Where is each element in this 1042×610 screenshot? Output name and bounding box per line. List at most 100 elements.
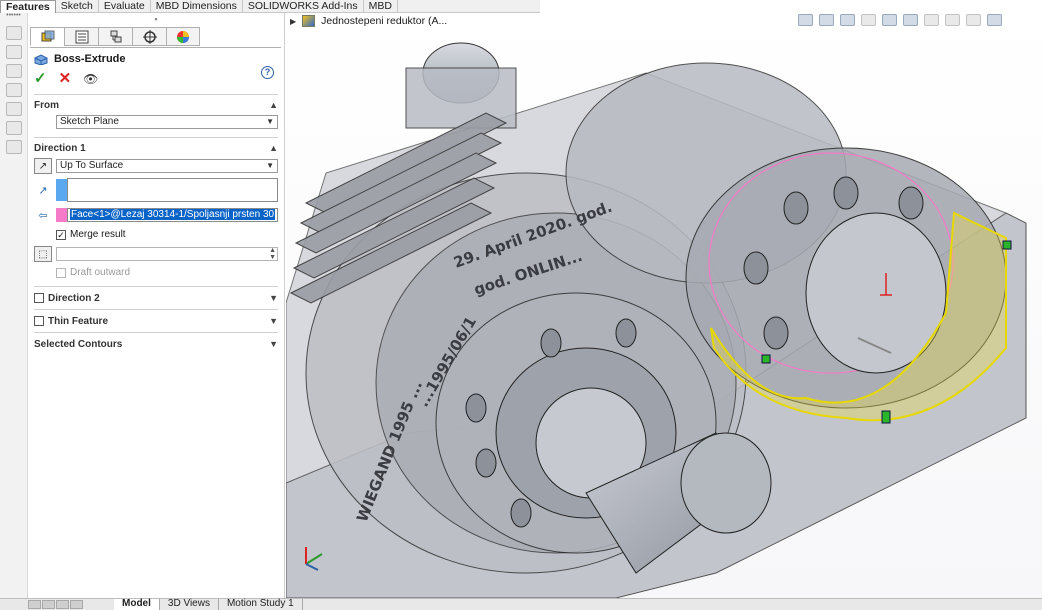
feature-manager-tab[interactable] xyxy=(30,27,64,46)
configuration-manager-tab[interactable] xyxy=(98,27,132,46)
end-condition-select[interactable]: Up To Surface ▼ xyxy=(56,159,278,173)
edit-appearance-icon[interactable] xyxy=(945,14,960,26)
selected-contours-section: Selected Contours ▼ xyxy=(34,332,278,355)
expand-right-icon[interactable]: ▶ xyxy=(290,17,296,26)
face-selection-field[interactable]: Face<1>@Lezaj 30314-1/Spoljasnji prsten … xyxy=(67,208,278,222)
property-manager: ▪ Boss-Extrude ? ✓ ✕ 👁 From ▲ Sketch Pla… xyxy=(28,13,285,598)
grip-dots-icon: •••••• xyxy=(6,12,21,19)
tab-sketch[interactable]: Sketch xyxy=(56,0,99,13)
graphics-viewport[interactable]: 29. April 2020. god. god. ONLIN... WIEGA… xyxy=(286,13,1042,598)
chevron-down-icon: ▼ xyxy=(266,161,274,170)
tab-solidworks-addins[interactable]: SOLIDWORKS Add-Ins xyxy=(243,0,364,13)
thin-feature-header[interactable]: Thin Feature ▼ xyxy=(34,310,278,332)
end-condition-value: Up To Surface xyxy=(60,160,124,171)
direction-arrow-icon: ↗ xyxy=(38,184,48,197)
from-section-header[interactable]: From ▲ xyxy=(34,95,278,115)
tab-mbd[interactable]: MBD xyxy=(364,0,398,13)
zoom-to-fit-icon[interactable] xyxy=(798,14,813,26)
view-orientation-icon[interactable] xyxy=(882,14,897,26)
assembly-icon xyxy=(302,15,316,27)
direction2-label: Direction 2 xyxy=(48,292,100,304)
pm-header: Boss-Extrude xyxy=(28,48,284,70)
first-tab-icon[interactable] xyxy=(28,600,41,609)
preview-eye-icon[interactable]: 👁 xyxy=(83,72,98,86)
preview-handle-bottom[interactable] xyxy=(881,410,891,424)
draft-angle-spinbox[interactable]: ▲ ▼ xyxy=(56,247,278,261)
from-section: From ▲ Sketch Plane ▼ xyxy=(34,94,278,129)
tab-3d-views[interactable]: 3D Views xyxy=(160,599,219,610)
tab-evaluate[interactable]: Evaluate xyxy=(99,0,151,13)
expand-down-icon[interactable]: ▼ xyxy=(269,339,278,349)
sketch-tool-icon[interactable] xyxy=(5,26,22,40)
from-start-condition-select[interactable]: Sketch Plane ▼ xyxy=(56,115,278,129)
draft-on-off-button[interactable]: ⬚ xyxy=(34,246,52,262)
previous-view-icon[interactable] xyxy=(840,14,855,26)
tab-motion-study[interactable]: Motion Study 1 xyxy=(219,599,303,610)
apply-scene-icon[interactable] xyxy=(966,14,981,26)
dimxpert-manager-tab[interactable] xyxy=(132,27,166,46)
direction-color-swatch xyxy=(56,179,67,201)
selected-contours-label: Selected Contours xyxy=(34,338,123,350)
sketch-repair-icon[interactable] xyxy=(5,121,22,135)
gear-reducer-model[interactable]: 29. April 2020. god. god. ONLIN... WIEGA… xyxy=(286,13,1042,598)
merge-result-checkbox[interactable]: ✓ xyxy=(56,229,66,240)
from-start-condition-value: Sketch Plane xyxy=(60,116,119,127)
appearance-sphere-icon xyxy=(177,30,189,43)
cancel-x-icon[interactable]: ✕ xyxy=(59,71,72,86)
preview-handle-top[interactable] xyxy=(1002,240,1012,250)
boss-extrude-icon xyxy=(34,54,48,65)
display-manager-tab[interactable] xyxy=(166,27,200,46)
help-icon[interactable]: ? xyxy=(261,66,274,79)
collapse-up-icon[interactable]: ▲ xyxy=(269,143,278,153)
thin-feature-section: Thin Feature ▼ xyxy=(34,309,278,332)
reverse-direction-button[interactable]: ↗ xyxy=(34,158,52,174)
sketch-entity-icon[interactable] xyxy=(5,102,22,116)
selected-contours-header[interactable]: Selected Contours ▼ xyxy=(34,333,278,355)
expand-down-icon[interactable]: ▼ xyxy=(269,293,278,303)
feature-tree-root[interactable]: Jednostepeni reduktor (A... xyxy=(321,15,447,27)
command-manager-tabs: Features Sketch Evaluate MBD Dimensions … xyxy=(0,0,540,13)
next-tab-icon[interactable] xyxy=(56,600,69,609)
section-view-icon[interactable] xyxy=(861,14,876,26)
face-color-swatch xyxy=(56,208,67,222)
page-title: Boss-Extrude xyxy=(54,53,126,65)
sketch-dimension-icon[interactable] xyxy=(5,64,22,78)
thin-feature-checkbox[interactable] xyxy=(34,316,44,326)
feature-tree-icon xyxy=(41,30,54,41)
manager-tabs xyxy=(30,27,284,47)
draft-outward-label: Draft outward xyxy=(70,267,131,278)
merge-result-label: Merge result xyxy=(70,229,126,240)
sketch-relation-icon[interactable] xyxy=(5,83,22,97)
zoom-to-area-icon[interactable] xyxy=(819,14,834,26)
last-tab-icon[interactable] xyxy=(70,600,83,609)
property-manager-tab[interactable] xyxy=(64,27,98,46)
direction2-checkbox[interactable] xyxy=(34,293,44,303)
tab-mbd-dimensions[interactable]: MBD Dimensions xyxy=(151,0,243,13)
flyout-feature-tree[interactable]: ▶ Jednostepeni reduktor (A... xyxy=(290,15,447,27)
preview-handle-mid[interactable] xyxy=(761,354,771,364)
collapse-up-icon[interactable]: ▲ xyxy=(269,100,278,110)
draft-outward-checkbox[interactable] xyxy=(56,267,66,278)
direction2-section: Direction 2 ▼ xyxy=(34,286,278,309)
expand-down-icon[interactable]: ▼ xyxy=(269,316,278,326)
spin-arrows-icon[interactable]: ▲ ▼ xyxy=(269,247,276,261)
direction-of-extrusion-field[interactable] xyxy=(67,178,278,202)
chevron-down-icon: ▼ xyxy=(266,117,274,126)
display-style-icon[interactable] xyxy=(903,14,918,26)
direction1-section-header[interactable]: Direction 1 ▲ xyxy=(34,138,278,158)
tab-model[interactable]: Model xyxy=(114,599,160,610)
direction1-label: Direction 1 xyxy=(34,142,86,154)
face-selection-value: Face<1>@Lezaj 30314-1/Spoljasnji prsten … xyxy=(70,209,276,220)
sketch-pattern-icon[interactable] xyxy=(5,140,22,154)
hide-show-items-icon[interactable] xyxy=(924,14,939,26)
front-shaft-end xyxy=(680,432,772,534)
sketch-text-icon[interactable] xyxy=(5,45,22,59)
view-settings-icon[interactable] xyxy=(987,14,1002,26)
ok-checkmark-icon[interactable]: ✓ xyxy=(34,71,47,86)
face-select-icon: ⇦ xyxy=(38,209,48,222)
direction2-header[interactable]: Direction 2 ▼ xyxy=(34,287,278,309)
property-list-icon xyxy=(75,30,88,43)
heads-up-view-toolbar xyxy=(798,14,1002,26)
crosshair-icon xyxy=(142,29,157,44)
prev-tab-icon[interactable] xyxy=(42,600,55,609)
